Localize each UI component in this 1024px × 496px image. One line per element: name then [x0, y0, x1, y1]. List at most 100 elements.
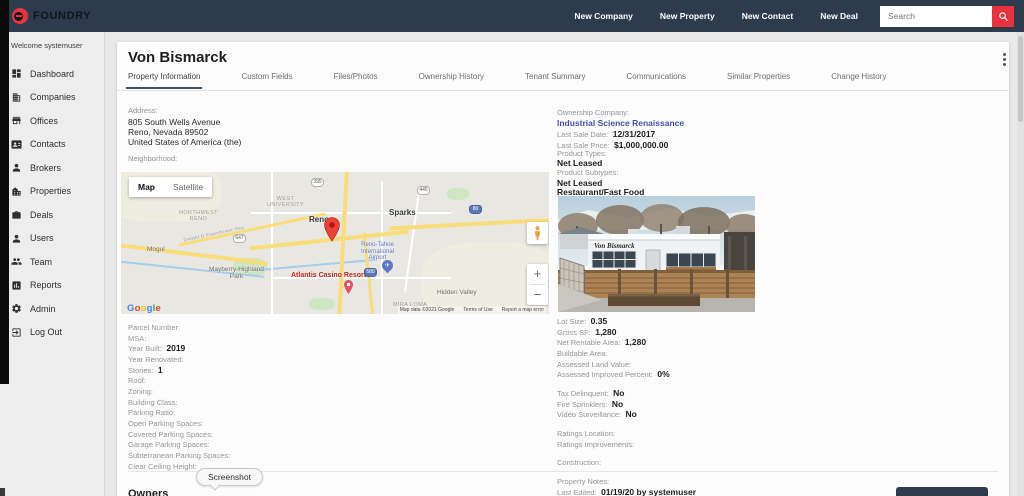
- route-shield-445: 445: [417, 186, 430, 195]
- tab-bar: Property Information Custom Fields Files…: [125, 72, 886, 89]
- field-building-class: Building Class:: [128, 397, 178, 407]
- tab-files-photos[interactable]: Files/Photos: [334, 72, 378, 89]
- field-msa: MSA:: [128, 333, 147, 343]
- field-lot-size: Lot Size: 0.35: [557, 316, 608, 326]
- map-label-sparks: Sparks: [389, 208, 416, 217]
- field-parcel-number: Parcel Number:: [128, 323, 181, 332]
- sidebar-item-properties[interactable]: Properties: [0, 180, 104, 204]
- terms-link[interactable]: Terms of Use: [463, 307, 492, 313]
- route-shield-80: 80: [469, 205, 482, 214]
- sidebar-item-admin[interactable]: Admin: [0, 297, 104, 321]
- map-view-button[interactable]: Map: [129, 177, 164, 197]
- address-label: Address:: [128, 106, 158, 115]
- tab-property-information[interactable]: Property Information: [125, 72, 203, 89]
- property-details-block: Lot Size: 0.35 Gross SF: 1,280 Net Renta…: [557, 316, 696, 496]
- contacts-icon: [11, 140, 22, 149]
- property-photo[interactable]: Von Bismarck: [558, 196, 755, 312]
- page-title: Von Bismarck: [128, 49, 227, 66]
- map-label-airport: Reno-Tahoe International Airport: [361, 242, 395, 261]
- companies-icon: [12, 93, 21, 102]
- field-roof: Roof:: [128, 376, 146, 386]
- field-buildable-area: Buildable Area:: [557, 348, 608, 358]
- field-zoning: Zoning:: [128, 386, 154, 396]
- sidebar-item-companies[interactable]: Companies: [0, 86, 104, 110]
- tab-communications[interactable]: Communications: [626, 72, 686, 89]
- search-button[interactable]: [992, 5, 1014, 27]
- photo-building-sign: Von Bismarck: [594, 242, 635, 250]
- new-contact-button[interactable]: New Contact: [742, 11, 793, 21]
- reports-icon: [12, 281, 21, 290]
- ownership-block: Ownership Company: Industrial Science Re…: [557, 106, 684, 150]
- properties-icon: [12, 187, 21, 196]
- sidebar-item-team[interactable]: Team: [0, 250, 104, 274]
- zoom-in-button[interactable]: +: [527, 264, 548, 284]
- map-label-mogul: Mogul: [147, 246, 165, 253]
- report-error-link[interactable]: Report a map error: [502, 307, 544, 313]
- map-park: [447, 188, 469, 200]
- field-construction: Construction:: [557, 458, 602, 468]
- field-garage-parking: Garage Parking Spaces:: [128, 440, 210, 450]
- field-net-rentable-area: Net Rentable Area: 1,280: [557, 337, 647, 348]
- field-subterranean-parking: Subterranean Parking Spaces:: [128, 450, 231, 460]
- tab-tenant-summary[interactable]: Tenant Summary: [525, 72, 585, 89]
- field-year-built: Year Built: 2019: [128, 343, 186, 354]
- field-fire-sprinklers: Fire Sprinklers: No: [557, 398, 624, 409]
- owners-section-title: Owners: [128, 488, 169, 496]
- sidebar-item-reports[interactable]: Reports: [0, 274, 104, 298]
- new-property-button[interactable]: New Property: [660, 11, 715, 21]
- field-parking-ratio: Parking Ratio:: [128, 408, 176, 418]
- new-deal-button[interactable]: New Deal: [820, 11, 858, 21]
- neighborhood-label: Neighborhood:: [128, 154, 178, 163]
- map-label-atlantis: Atlantis Casino Resort: [291, 272, 367, 279]
- owners-action-button[interactable]: [896, 487, 988, 496]
- map-marker-icon[interactable]: [324, 217, 340, 242]
- team-icon: [11, 258, 22, 265]
- sidebar-item-users[interactable]: Users: [0, 227, 104, 251]
- field-ratings-improvements: Ratings Improvements:: [557, 439, 635, 449]
- screenshot-tooltip: Screenshot: [196, 468, 263, 486]
- tab-similar-properties[interactable]: Similar Properties: [727, 72, 790, 89]
- scrollbar-thumb[interactable]: [1018, 36, 1023, 122]
- field-property-notes: Property Notes:: [557, 476, 610, 486]
- sidebar-item-logout[interactable]: Log Out: [0, 321, 104, 345]
- field-video-surveillance: Video Surveillance: No: [557, 409, 637, 420]
- sidebar-item-brokers[interactable]: Brokers: [0, 156, 104, 180]
- deals-icon: [12, 211, 21, 219]
- ownership-company-link[interactable]: Industrial Science Renaissance: [557, 118, 684, 128]
- app-logo[interactable]: FOUNDRY: [12, 8, 91, 24]
- field-stories: Stories: 1: [128, 364, 163, 375]
- product-subtypes-label: Product Subtypes:: [557, 168, 619, 178]
- street-view-pegman[interactable]: [527, 222, 548, 244]
- google-logo[interactable]: Google: [127, 303, 161, 314]
- building-fields: Parcel Number: MSA: Year Built: 2019 Yea…: [128, 322, 230, 471]
- new-company-button[interactable]: New Company: [574, 11, 633, 21]
- sidebar-menu: Dashboard Companies Offices Contacts Bro…: [0, 62, 104, 344]
- products-block: Product Types: Net Leased Product Subtyp…: [557, 148, 644, 196]
- zoom-out-button[interactable]: −: [527, 285, 548, 305]
- field-last-sale-date: Last Sale Date: 12/31/2017: [557, 129, 656, 140]
- sidebar-item-dashboard[interactable]: Dashboard: [0, 62, 104, 86]
- map-type-toggle: Map Satellite: [129, 177, 213, 197]
- tab-change-history[interactable]: Change History: [831, 72, 886, 89]
- sidebar-item-deals[interactable]: Deals: [0, 203, 104, 227]
- field-open-parking: Open Parking Spaces:: [128, 418, 204, 428]
- google-map[interactable]: NORTHWEST RENO WEST UNIVERSITY Reno Sparks…: [121, 172, 549, 314]
- map-zoom-control: + −: [527, 264, 548, 305]
- sidebar-item-offices[interactable]: Offices: [0, 109, 104, 133]
- ownership-company-label: Ownership Company:: [557, 108, 630, 117]
- brand-name: FOUNDRY: [33, 10, 92, 22]
- search-input[interactable]: [880, 5, 992, 27]
- offices-icon: [12, 117, 21, 125]
- more-options-icon[interactable]: [999, 53, 1009, 69]
- admin-icon: [12, 304, 21, 314]
- sidebar: Welcome systemuser Dashboard Companies O…: [0, 32, 105, 496]
- tab-ownership-history[interactable]: Ownership History: [419, 72, 484, 89]
- page-scrollbar[interactable]: [1017, 32, 1024, 496]
- tab-custom-fields[interactable]: Custom Fields: [241, 72, 292, 89]
- map-attribution: Map data ©2021 Google Terms of Use Repor…: [397, 306, 546, 314]
- field-year-renovated: Year Renovated:: [128, 354, 184, 364]
- map-data-text: Map data ©2021 Google: [399, 307, 455, 313]
- field-gross-sf: Gross SF: 1,280: [557, 326, 617, 337]
- sidebar-item-contacts[interactable]: Contacts: [0, 133, 104, 157]
- satellite-view-button[interactable]: Satellite: [164, 177, 212, 197]
